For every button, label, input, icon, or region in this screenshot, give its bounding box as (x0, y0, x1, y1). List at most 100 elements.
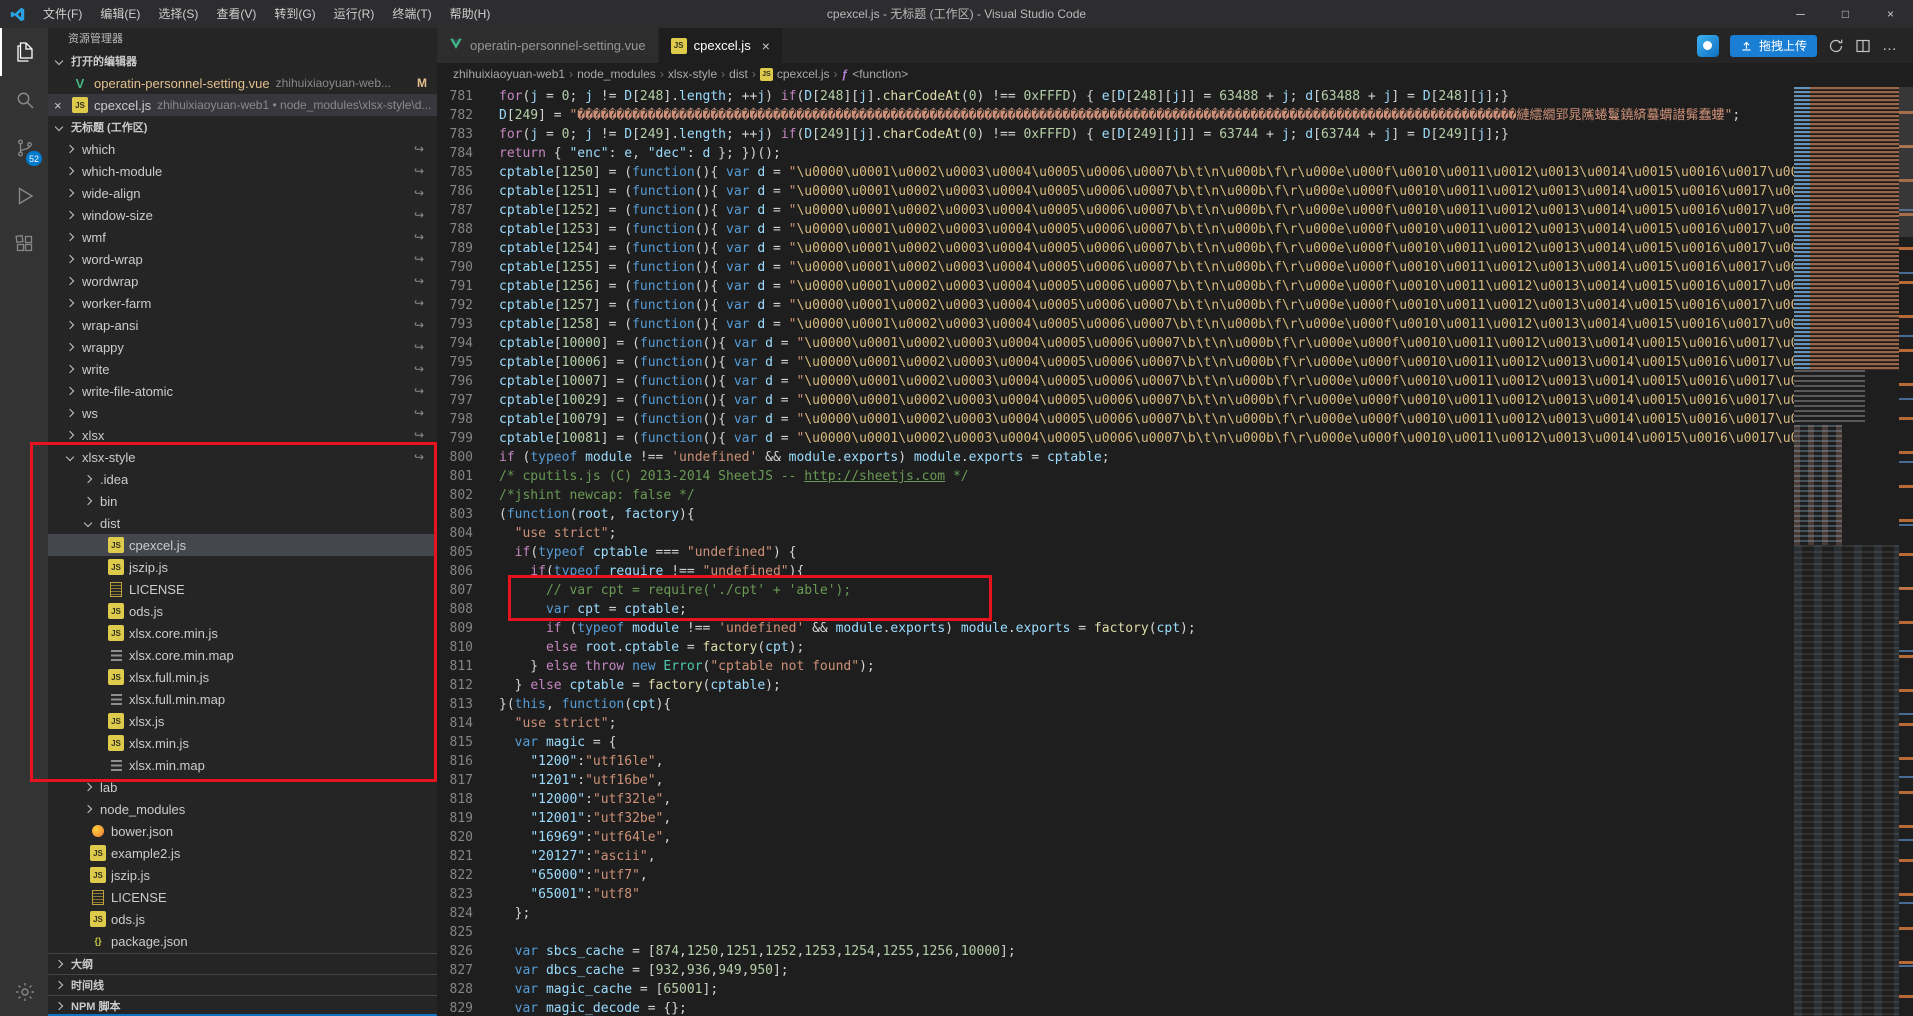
tree-item-xlsx[interactable]: xlsx ↪ (48, 424, 437, 446)
js-file-icon: JS (108, 537, 124, 553)
minimap[interactable] (1794, 85, 1899, 1016)
chevron-right-icon (65, 144, 75, 154)
close-icon[interactable]: × (762, 38, 770, 54)
breadcrumb-item[interactable]: zhihuixiaoyuan-web1 (453, 67, 565, 81)
tree-item-cpexcel.js[interactable]: JS cpexcel.js (48, 534, 437, 556)
chevron-right-icon (54, 980, 64, 990)
menu-item-查看(V)[interactable]: 查看(V) (207, 0, 265, 28)
search-icon[interactable] (0, 76, 48, 124)
tree-item-write-file-atomic[interactable]: write-file-atomic ↪ (48, 380, 437, 402)
sidebar-section-NPM 脚本[interactable]: NPM 脚本 (48, 995, 437, 1016)
tree-item-ods.js[interactable]: JS ods.js (48, 908, 437, 930)
sidebar-section-大纲[interactable]: 大纲 (48, 953, 437, 974)
open-editor-description: zhihuixiaoyuan-web... (275, 76, 392, 90)
close-icon[interactable]: × (54, 98, 62, 113)
tree-item-label: package.json (111, 933, 188, 949)
tree-item-ws[interactable]: ws ↪ (48, 402, 437, 424)
tab-cpexcel.js[interactable]: JS cpexcel.js × (658, 28, 783, 63)
minimize-button[interactable]: ─ (1778, 0, 1823, 28)
tree-item-xlsx.core.min.js[interactable]: JS xlsx.core.min.js (48, 622, 437, 644)
breadcrumb-item[interactable]: JS cpexcel.js (759, 67, 830, 81)
extension-logo-icon[interactable] (1696, 34, 1719, 57)
menu-item-转到(G)[interactable]: 转到(G) (265, 0, 324, 28)
tree-item-example2.js[interactable]: JS example2.js (48, 842, 437, 864)
tree-item-xlsx-style[interactable]: xlsx-style ↪ (48, 446, 437, 468)
tree-item-bower.json[interactable]: bower.json (48, 820, 437, 842)
menu-item-选择(S)[interactable]: 选择(S) (149, 0, 207, 28)
breadcrumb-item[interactable]: node_modules (577, 67, 656, 81)
line-number: 786 (449, 184, 473, 199)
scrollbar-thumb[interactable] (1899, 87, 1913, 237)
settings-icon[interactable] (0, 968, 48, 1016)
sync-icon[interactable] (1828, 38, 1844, 54)
tree-item-wrappy[interactable]: wrappy ↪ (48, 336, 437, 358)
breadcrumb-item[interactable]: xlsx-style (668, 67, 717, 81)
close-button[interactable]: × (1868, 0, 1913, 28)
code-line: if (typeof module !== 'undefined' && mod… (499, 450, 1110, 465)
breadcrumb-separator: › (569, 67, 574, 81)
tree-item-which[interactable]: which ↪ (48, 138, 437, 160)
tree-item-ods.js[interactable]: JS ods.js (48, 600, 437, 622)
tree-item-node_modules[interactable]: node_modules (48, 798, 437, 820)
menu-item-文件(F)[interactable]: 文件(F) (34, 0, 91, 28)
tree-item-label: LICENSE (111, 889, 167, 905)
menu-item-编辑(E)[interactable]: 编辑(E) (91, 0, 149, 28)
line-number: 785 (449, 165, 473, 180)
more-actions-icon[interactable]: … (1882, 37, 1897, 54)
explorer-title: 资源管理器 (68, 33, 123, 45)
breadcrumb-item[interactable]: dist (729, 67, 748, 81)
tree-item-lab[interactable]: lab (48, 776, 437, 798)
code-line: for(j = 0; j != D[248].length; ++j) if(D… (499, 89, 1509, 104)
split-editor-icon[interactable] (1855, 38, 1871, 54)
tree-item-xlsx.min.map[interactable]: xlsx.min.map (48, 754, 437, 776)
tree-item-jszip.js[interactable]: JS jszip.js (48, 556, 437, 578)
chevron-down-icon (83, 518, 93, 528)
tree-item-package.json[interactable]: {} package.json (48, 930, 437, 952)
tab-operatin-personnel-setting.vue[interactable]: operatin-personnel-setting.vue (437, 28, 659, 63)
workspace-header[interactable]: 无标题 (工作区) (48, 116, 437, 138)
tree-item-word-wrap[interactable]: word-wrap ↪ (48, 248, 437, 270)
open-editors-header[interactable]: 打开的编辑器 (48, 50, 437, 72)
tree-item-xlsx.full.min.map[interactable]: xlsx.full.min.map (48, 688, 437, 710)
open-editor-item[interactable]: Voperatin-personnel-setting.vue zhihuixia… (48, 72, 437, 94)
sidebar-section-时间线[interactable]: 时间线 (48, 974, 437, 995)
source-control-icon[interactable]: 52 (0, 124, 48, 172)
breadcrumb-label: node_modules (577, 67, 656, 81)
code-editor[interactable]: 781 782 783 784 785 786 787 788 789 790 791 792 793 7… (437, 85, 1913, 1016)
tree-item-xlsx.min.js[interactable]: JS xlsx.min.js (48, 732, 437, 754)
tree-item-.idea[interactable]: .idea (48, 468, 437, 490)
upload-button[interactable]: 拖拽上传 (1729, 34, 1817, 57)
tree-item-wordwrap[interactable]: wordwrap ↪ (48, 270, 437, 292)
tree-item-xlsx.js[interactable]: JS xlsx.js (48, 710, 437, 732)
tree-item-label: xlsx-style (82, 449, 136, 465)
tree-item-dist[interactable]: dist (48, 512, 437, 534)
code-line: "use strict"; (514, 716, 617, 731)
code-line: cptable[1251] = (function(){ var d = "\u… (499, 184, 1794, 199)
extensions-icon[interactable] (0, 220, 48, 268)
tree-item-wrap-ansi[interactable]: wrap-ansi ↪ (48, 314, 437, 336)
tree-item-bin[interactable]: bin (48, 490, 437, 512)
tree-item-LICENSE[interactable]: LICENSE (48, 886, 437, 908)
tabs: operatin-personnel-setting.vue JS cpexcel.… (437, 28, 783, 63)
explorer-icon[interactable] (0, 28, 48, 76)
tree-item-jszip.js[interactable]: JS jszip.js (48, 864, 437, 886)
run-debug-icon[interactable] (0, 172, 48, 220)
open-editor-item[interactable]: × JS cpexcel.js zhihuixiaoyuan-web1 • node_… (48, 94, 437, 116)
title-bar: 文件(F) 编辑(E) 选择(S) 查看(V) 转到(G) 运行(R) 终端(T) 帮助(H)… (0, 0, 1913, 28)
open-editors-list: Voperatin-personnel-setting.vue zhihuixia… (48, 72, 437, 116)
tree-item-label: xlsx.core.min.js (129, 625, 218, 641)
tree-item-xlsx.full.min.js[interactable]: JS xlsx.full.min.js (48, 666, 437, 688)
breadcrumb-item[interactable]: ƒ <function> (842, 67, 909, 81)
maximize-button[interactable]: □ (1823, 0, 1868, 28)
menu-item-运行(R)[interactable]: 运行(R) (325, 0, 384, 28)
menu-item-帮助(H)[interactable]: 帮助(H) (441, 0, 500, 28)
tree-item-which-module[interactable]: which-module ↪ (48, 160, 437, 182)
tree-item-write[interactable]: write ↪ (48, 358, 437, 380)
tree-item-worker-farm[interactable]: worker-farm ↪ (48, 292, 437, 314)
tree-item-wide-align[interactable]: wide-align ↪ (48, 182, 437, 204)
tree-item-LICENSE[interactable]: LICENSE (48, 578, 437, 600)
tree-item-wmf[interactable]: wmf ↪ (48, 226, 437, 248)
menu-item-终端(T)[interactable]: 终端(T) (383, 0, 440, 28)
tree-item-xlsx.core.min.map[interactable]: xlsx.core.min.map (48, 644, 437, 666)
tree-item-window-size[interactable]: window-size ↪ (48, 204, 437, 226)
